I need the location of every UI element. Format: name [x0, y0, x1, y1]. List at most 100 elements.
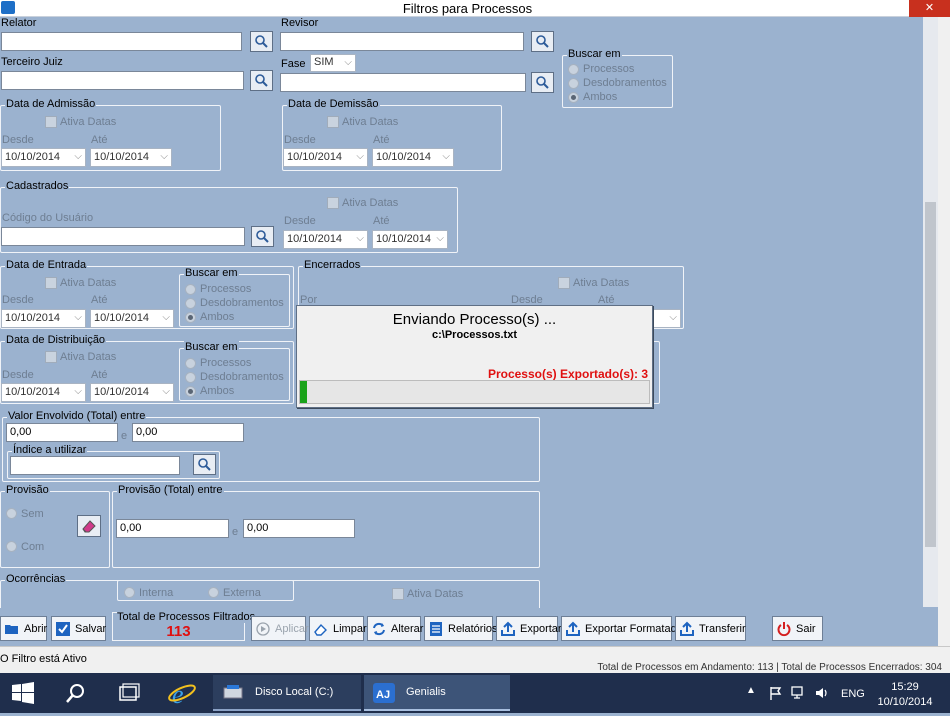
- chevron-down-icon: ⌵: [160, 151, 168, 162]
- chevron-down-icon: ⌵: [356, 151, 364, 162]
- ocorrencias-ativa-checkbox[interactable]: [392, 588, 404, 600]
- search-icon: [255, 35, 268, 48]
- indice-search-button[interactable]: [193, 454, 216, 475]
- radio-processos-label: Processos: [583, 63, 635, 75]
- valor-envolvido-title: Valor Envolvido (Total) entre: [7, 410, 147, 422]
- radio-processos[interactable]: [185, 358, 196, 369]
- search-icon: [536, 35, 549, 48]
- relator-search-button[interactable]: [250, 31, 273, 52]
- chevron-down-icon: ⌵: [344, 57, 352, 68]
- fase-select[interactable]: SIM ⌵: [310, 54, 356, 72]
- radio-externa[interactable]: [208, 587, 219, 598]
- terceiro-juiz-label: Terceiro Juiz: [1, 56, 63, 68]
- clear-provisao-button[interactable]: [77, 515, 101, 537]
- radio-desdobramentos[interactable]: [185, 372, 196, 383]
- radio-interna-label: Interna: [139, 587, 174, 599]
- radio-ambos[interactable]: [568, 92, 579, 103]
- desde-label: Desde: [2, 134, 34, 146]
- provisao-from-input[interactable]: 0,00: [116, 519, 229, 538]
- fase-input[interactable]: [280, 73, 526, 92]
- aplicar-button[interactable]: Aplicar: [251, 616, 309, 641]
- sair-button[interactable]: Sair: [772, 616, 823, 641]
- terceiro-juiz-search-button[interactable]: [250, 70, 273, 91]
- terceiro-juiz-input[interactable]: [1, 71, 244, 90]
- limpar-button[interactable]: Limpar: [309, 616, 367, 641]
- task-view-button[interactable]: [104, 673, 150, 713]
- valor-from-input[interactable]: 0,00: [6, 423, 118, 442]
- relatorios-button[interactable]: Relatórios: [424, 616, 498, 641]
- demissao-desde-date[interactable]: 10/10/2014 ⌵: [283, 148, 368, 167]
- distribuicao-ativa-checkbox[interactable]: [45, 351, 57, 363]
- disco-local-taskbar-item[interactable]: Disco Local (C:): [213, 675, 361, 711]
- clock-time[interactable]: 15:29: [880, 681, 930, 693]
- svg-text:e: e: [172, 680, 184, 709]
- action-center-icon[interactable]: [768, 685, 784, 701]
- disco-local-label: Disco Local (C:): [255, 686, 334, 698]
- abrir-button[interactable]: Abrir: [0, 616, 47, 641]
- alterar-button[interactable]: Alterar: [367, 616, 423, 641]
- checkbox-save-icon: [56, 621, 70, 636]
- genialis-taskbar-item[interactable]: AJ Genialis: [364, 675, 510, 711]
- indice-input[interactable]: [10, 456, 180, 475]
- data-distribuicao-title: Data de Distribuição: [5, 334, 107, 346]
- radio-processos[interactable]: [185, 284, 196, 295]
- exportar-formatado-button[interactable]: Exportar Formatado: [561, 616, 683, 641]
- scrollbar-thumb[interactable]: [925, 202, 936, 547]
- cadastrados-ativa-checkbox[interactable]: [327, 197, 339, 209]
- valor-to-input[interactable]: 0,00: [132, 423, 244, 442]
- start-button[interactable]: [0, 673, 47, 713]
- language-indicator[interactable]: ENG: [841, 688, 865, 700]
- radio-interna[interactable]: [124, 587, 135, 598]
- revisor-search-button[interactable]: [531, 31, 554, 52]
- ie-taskbar-button[interactable]: e: [158, 673, 206, 713]
- transferir-button[interactable]: Transferir: [675, 616, 746, 641]
- e-label: e: [121, 430, 128, 442]
- cadastrados-ate-date[interactable]: 10/10/2014 ⌵: [372, 230, 448, 249]
- desde-label: Desde: [2, 369, 34, 381]
- genialis-label: Genialis: [406, 686, 446, 698]
- speaker-icon: [816, 688, 827, 698]
- revisor-input[interactable]: [280, 32, 524, 51]
- network-icon[interactable]: [791, 685, 807, 701]
- radio-ambos[interactable]: [185, 312, 196, 323]
- entrada-desde-date[interactable]: 10/10/2014 ⌵: [1, 309, 86, 328]
- cadastrados-desde-date[interactable]: 10/10/2014 ⌵: [283, 230, 368, 249]
- admissao-ativa-checkbox[interactable]: [45, 116, 57, 128]
- entrada-ativa-checkbox[interactable]: [45, 277, 57, 289]
- exportar-button[interactable]: Exportar: [496, 616, 562, 641]
- demissao-ativa-checkbox[interactable]: [327, 116, 339, 128]
- admissao-ate-date[interactable]: 10/10/2014 ⌵: [90, 148, 172, 167]
- codigo-usuario-search-button[interactable]: [251, 226, 274, 247]
- show-hidden-icons-button[interactable]: ▲: [744, 685, 758, 699]
- demissao-ate-date[interactable]: 10/10/2014 ⌵: [372, 148, 454, 167]
- relator-input[interactable]: [1, 32, 242, 51]
- codigo-usuario-input[interactable]: [1, 227, 245, 246]
- desde-label: Desde: [2, 294, 34, 306]
- entrada-ate-date[interactable]: 10/10/2014 ⌵: [90, 309, 174, 328]
- radio-com[interactable]: [6, 541, 17, 552]
- radio-processos[interactable]: [568, 64, 579, 75]
- clock-date[interactable]: 10/10/2014: [870, 696, 940, 708]
- ate-label: Até: [373, 134, 390, 146]
- encerrados-ativa-checkbox[interactable]: [558, 277, 570, 289]
- buscar-em-title: Buscar em: [567, 48, 622, 60]
- ativa-datas-label: Ativa Datas: [60, 116, 117, 128]
- right-edge-panel: [938, 17, 950, 657]
- status-right: Total de Processos em Andamento: 113 | T…: [597, 662, 942, 673]
- distribuicao-ate-date[interactable]: 10/10/2014 ⌵: [90, 383, 174, 402]
- cadastrados-title: Cadastrados: [5, 180, 70, 192]
- radio-desdobramentos[interactable]: [185, 298, 196, 309]
- radio-sem[interactable]: [6, 508, 17, 519]
- salvar-button[interactable]: Salvar: [51, 616, 106, 641]
- internet-explorer-icon: e: [168, 680, 196, 709]
- radio-ambos[interactable]: [185, 386, 196, 397]
- radio-desdobramentos[interactable]: [568, 78, 579, 89]
- volume-icon[interactable]: [814, 685, 830, 701]
- fase-search-button[interactable]: [531, 72, 554, 93]
- vertical-scrollbar[interactable]: [923, 17, 938, 607]
- search-taskbar-button[interactable]: [52, 673, 98, 713]
- provisao-to-input[interactable]: 0,00: [243, 519, 355, 538]
- close-button[interactable]: ✕: [909, 0, 950, 17]
- admissao-desde-date[interactable]: 10/10/2014 ⌵: [1, 148, 86, 167]
- distribuicao-desde-date[interactable]: 10/10/2014 ⌵: [1, 383, 86, 402]
